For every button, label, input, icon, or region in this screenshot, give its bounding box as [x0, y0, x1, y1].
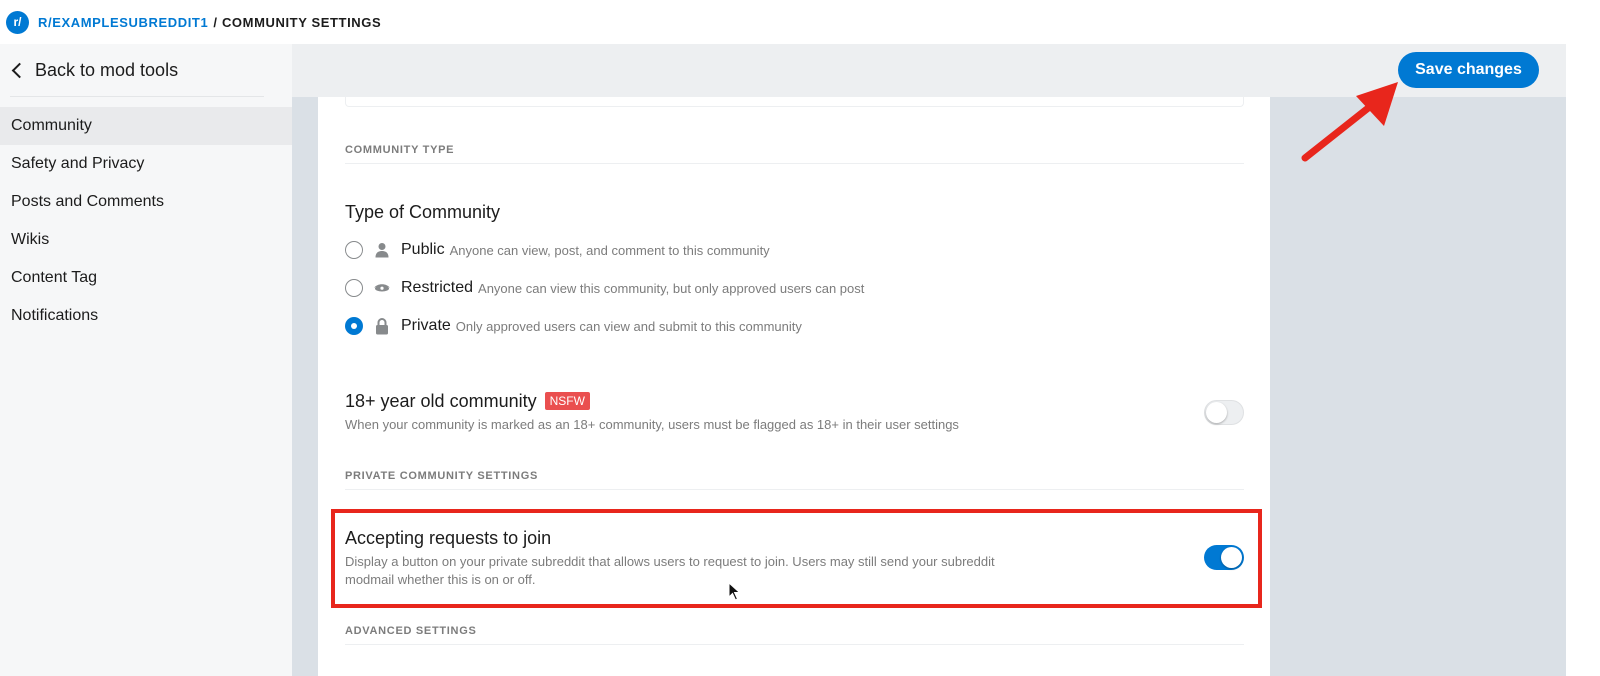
nsfw-badge: NSFW	[544, 392, 590, 410]
radio-public[interactable]	[345, 241, 363, 259]
radio-option-private[interactable]: Private Only approved users can view and…	[345, 315, 802, 337]
breadcrumb-separator: /	[213, 14, 217, 30]
option-label-private: Private	[401, 317, 451, 334]
sidebar: Back to mod tools Community Safety and P…	[0, 44, 292, 676]
breadcrumb-subreddit[interactable]: R/EXAMPLESUBREDDIT1	[38, 15, 208, 30]
nsfw-heading: 18+ year old community NSFW	[345, 391, 590, 412]
lock-icon	[373, 317, 391, 335]
section-title-advanced-settings: ADVANCED SETTINGS	[345, 625, 477, 637]
annotation-highlight-box	[331, 509, 1262, 608]
sidebar-item-notifications[interactable]: Notifications	[0, 297, 292, 335]
nsfw-heading-text: 18+ year old community	[345, 391, 537, 411]
type-of-community-heading: Type of Community	[345, 202, 501, 222]
sidebar-item-wikis[interactable]: Wikis	[0, 221, 292, 259]
section-title-private-community-settings: PRIVATE COMMUNITY SETTINGS	[345, 470, 538, 482]
back-to-mod-tools-link[interactable]: Back to mod tools	[0, 44, 292, 96]
radio-option-public[interactable]: Public Anyone can view, post, and commen…	[345, 239, 770, 261]
annotation-arrow-icon	[1301, 82, 1398, 162]
radio-private[interactable]	[345, 317, 363, 335]
option-label-restricted: Restricted	[401, 279, 474, 296]
section-divider	[345, 644, 1244, 645]
radio-option-restricted[interactable]: Restricted Anyone can view this communit…	[345, 277, 864, 299]
option-label-public: Public	[401, 241, 445, 258]
nsfw-toggle[interactable]	[1204, 400, 1244, 425]
top-bar: r/ R/EXAMPLESUBREDDIT1 / COMMUNITY SETTI…	[0, 0, 1600, 44]
save-changes-button[interactable]: Save changes	[1398, 52, 1539, 88]
sidebar-item-safety-and-privacy[interactable]: Safety and Privacy	[0, 145, 292, 183]
subreddit-logo-icon[interactable]: r/	[6, 10, 29, 34]
radio-restricted[interactable]	[345, 279, 363, 297]
nsfw-description: When your community is marked as an 18+ …	[345, 417, 959, 432]
option-description-private: Only approved users can view and submit …	[455, 318, 802, 334]
eye-icon	[373, 279, 391, 297]
section-divider	[345, 489, 1244, 490]
sidebar-divider	[10, 96, 264, 97]
chevron-left-icon	[11, 62, 28, 78]
toggle-knob	[1206, 402, 1227, 423]
previous-field-edge[interactable]	[345, 93, 1244, 107]
sidebar-item-content-tag[interactable]: Content Tag	[0, 259, 292, 297]
page-scrollbar[interactable]	[1566, 44, 1600, 676]
back-label: Back to mod tools	[35, 59, 179, 80]
option-description-public: Anyone can view, post, and comment to th…	[449, 242, 770, 258]
option-description-restricted: Anyone can view this community, but only…	[478, 280, 865, 296]
section-title-community-type: COMMUNITY TYPE	[345, 144, 455, 156]
sidebar-item-community[interactable]: Community	[0, 107, 292, 145]
section-divider	[345, 163, 1244, 164]
sidebar-item-posts-and-comments[interactable]: Posts and Comments	[0, 183, 292, 221]
mouse-cursor-icon	[728, 582, 741, 601]
breadcrumb-page: COMMUNITY SETTINGS	[221, 14, 382, 30]
person-icon	[373, 241, 391, 259]
